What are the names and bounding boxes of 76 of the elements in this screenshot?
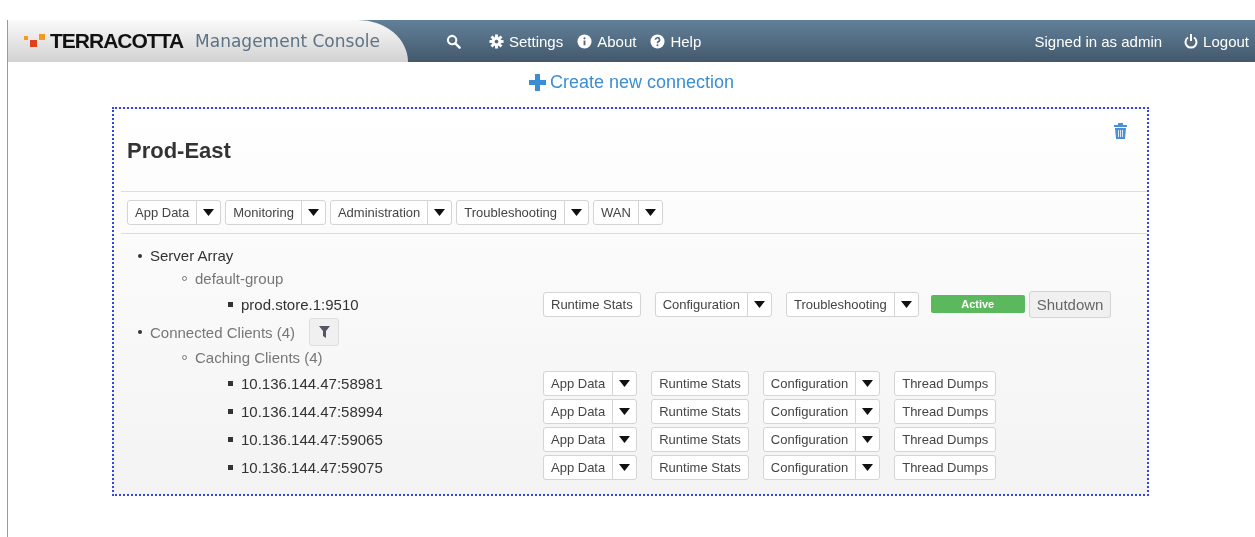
tree-item: Server Array [150, 247, 234, 264]
caret-icon [900, 300, 912, 308]
menu-dropdown[interactable]: Monitoring [225, 200, 326, 225]
connection-title: Prod-East [127, 138, 232, 164]
action-button[interactable]: Thread Dumps [894, 398, 997, 424]
bullet-icon [228, 464, 233, 470]
caret-icon [434, 209, 446, 216]
caret-icon [307, 209, 319, 216]
dropdown-button[interactable]: Configuration [762, 398, 881, 424]
menu-dropdown[interactable]: App Data [127, 200, 222, 225]
tree-item: default-group [195, 270, 284, 287]
create-connection-link[interactable]: Create new connection [528, 72, 735, 93]
tree-item: Connected Clients (4) [150, 323, 296, 341]
dropdown-button[interactable]: Configuration [654, 291, 772, 317]
logout-link[interactable]: Logout [1184, 32, 1249, 50]
action-button[interactable]: Runtime Stats [651, 426, 749, 452]
caret-icon [571, 209, 583, 216]
status-badge: Active [930, 295, 1025, 313]
power-icon [1184, 33, 1199, 49]
bullet-icon [228, 380, 233, 386]
menu-dropdown[interactable]: WAN [593, 200, 663, 225]
bullet-icon [138, 330, 142, 334]
tree-item: Caching Clients (4) [195, 349, 323, 366]
product-name: Management Console [195, 31, 380, 51]
tree-item: 10.136.144.47:58994 [241, 402, 383, 420]
caret-icon [862, 379, 874, 387]
menu-dropdown[interactable]: Administration [329, 200, 453, 225]
caret-icon [862, 435, 874, 443]
tree-item: 10.136.144.47:59065 [241, 430, 383, 448]
caret-icon [619, 379, 631, 387]
caret-icon [619, 435, 631, 443]
trash-icon[interactable] [1114, 123, 1127, 139]
bullet-icon [138, 253, 142, 258]
caret-icon [644, 209, 656, 216]
action-button[interactable]: Thread Dumps [894, 426, 997, 452]
caret-icon [203, 209, 215, 216]
dropdown-button[interactable]: App Data [543, 370, 638, 396]
action-button[interactable]: Runtime Stats [651, 398, 749, 424]
signed-in-text: Signed in as admin [1034, 32, 1163, 50]
bullet-icon [228, 301, 233, 307]
logo-icon [24, 34, 46, 48]
action-button[interactable]: Runtime Stats [543, 291, 641, 317]
action-button[interactable]: Thread Dumps [894, 454, 997, 480]
nav-link[interactable]: Settings [489, 32, 564, 50]
plus-icon [528, 74, 546, 91]
shutdown-button[interactable]: Shutdown [1028, 290, 1112, 318]
tree-item: prod.store.1:9510 [241, 295, 359, 313]
dropdown-button[interactable]: Troubleshooting [786, 291, 919, 317]
info-icon [577, 33, 593, 49]
help-icon [650, 33, 666, 49]
bullet-icon [228, 408, 233, 414]
nav-link[interactable]: About [577, 32, 637, 50]
caret-icon [619, 463, 631, 471]
action-button[interactable]: Runtime Stats [651, 454, 749, 480]
dropdown-button[interactable]: App Data [543, 426, 638, 452]
dropdown-button[interactable]: App Data [543, 454, 638, 480]
tree-item: 10.136.144.47:58981 [241, 374, 383, 392]
tree-item: 10.136.144.47:59075 [241, 458, 383, 476]
caret-icon [754, 300, 765, 308]
action-button[interactable]: Thread Dumps [894, 370, 997, 396]
filter-button[interactable] [309, 318, 340, 346]
caret-icon [619, 407, 631, 415]
dropdown-button[interactable]: Configuration [762, 370, 881, 396]
dropdown-button[interactable]: Configuration [762, 454, 881, 480]
caret-icon [862, 407, 874, 415]
dropdown-button[interactable]: App Data [543, 398, 638, 424]
dropdown-button[interactable]: Configuration [762, 426, 881, 452]
settings-icon [489, 33, 504, 49]
nav-link[interactable]: Help [650, 32, 702, 50]
menu-dropdown[interactable]: Troubleshooting [456, 200, 590, 225]
bullet-icon [228, 436, 233, 442]
action-button[interactable]: Runtime Stats [651, 370, 749, 396]
filter-icon [318, 326, 330, 338]
caret-icon [862, 463, 874, 471]
logo-text: TERRACOTTA [50, 29, 184, 53]
search-icon[interactable] [446, 33, 461, 49]
